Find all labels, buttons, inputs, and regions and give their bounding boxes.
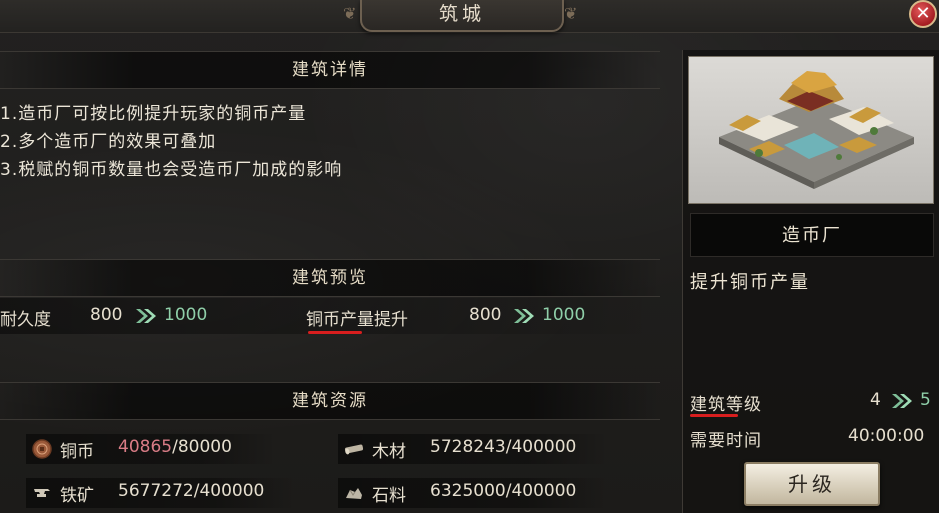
detail-line-2: 2.多个造币厂的效果可叠加 <box>0 132 217 152</box>
iron-label: 铁矿 <box>60 486 94 506</box>
copper-boost-label: 铜币产量提升 <box>306 310 408 330</box>
wood-icon <box>344 444 364 455</box>
copper-boost-next: 1000 <box>542 305 586 325</box>
preview-header: 建筑预览 <box>0 259 660 297</box>
copper-coin-icon <box>32 439 52 459</box>
copper-label: 铜币 <box>60 442 94 462</box>
stone-icon <box>346 488 362 499</box>
durability-current: 800 <box>90 305 123 325</box>
resources-header: 建筑资源 <box>0 382 660 420</box>
copper-current: 40865 <box>118 437 173 457</box>
stone-label: 石料 <box>372 486 406 506</box>
close-button[interactable]: ✕ <box>909 0 937 28</box>
stone-amount: 6325000/400000 <box>430 481 577 501</box>
detail-line-3: 3.税赋的铜币数量也会受造币厂加成的影响 <box>0 160 343 180</box>
highlight-underline <box>690 414 738 417</box>
building-effect: 提升铜币产量 <box>690 272 810 293</box>
level-next: 5 <box>920 390 931 410</box>
copper-required: /80000 <box>172 437 232 457</box>
double-chevron-right-icon <box>136 309 156 323</box>
ornament-right-icon: ❦ <box>564 4 578 23</box>
copper-boost-current: 800 <box>469 305 502 325</box>
iron-amount: 5677272/400000 <box>118 481 265 501</box>
building-image <box>688 56 934 204</box>
wood-amount: 5728243/400000 <box>430 437 577 457</box>
double-chevron-right-icon <box>514 309 534 323</box>
double-chevron-right-icon <box>892 394 912 408</box>
durability-next: 1000 <box>164 305 208 325</box>
mint-building-illustration <box>719 71 914 189</box>
details-header: 建筑详情 <box>0 51 660 89</box>
time-label: 需要时间 <box>690 431 762 451</box>
iron-anvil-icon <box>34 489 50 497</box>
window-title: 筑城 <box>360 0 564 32</box>
wood-label: 木材 <box>372 442 406 462</box>
ornament-left-icon: ❦ <box>343 4 357 23</box>
upgrade-button[interactable]: 升级 <box>744 462 880 506</box>
time-value: 40:00:00 <box>848 426 925 446</box>
copper-amount: 40865/80000 <box>118 437 232 457</box>
detail-line-1: 1.造币厂可按比例提升玩家的铜币产量 <box>0 104 307 124</box>
durability-label: 耐久度 <box>0 310 51 330</box>
level-current: 4 <box>870 390 881 410</box>
building-name: 造币厂 <box>690 213 934 257</box>
level-label: 建筑等级 <box>690 395 762 415</box>
title-bar: ❦ 筑城 ❦ <box>0 0 939 33</box>
highlight-underline <box>308 331 362 334</box>
